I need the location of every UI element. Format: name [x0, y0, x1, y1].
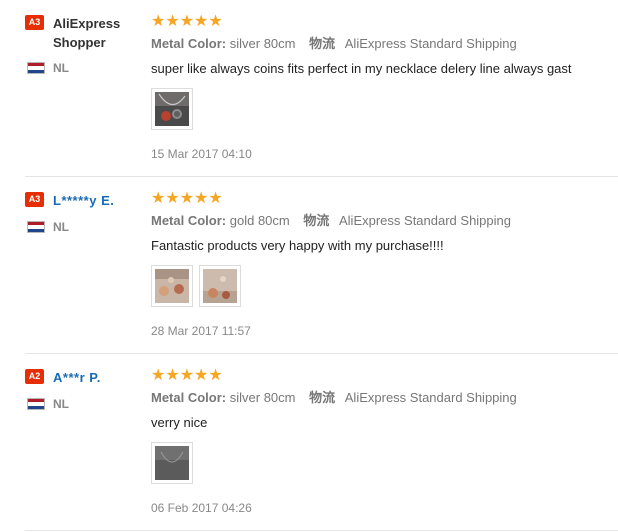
reviewer-info: A3 L*****y E. NL: [25, 177, 140, 235]
shipping-label: 物流: [309, 36, 336, 51]
review-item: A3 AliExpress Shopper NL ★★★★★ Metal Col…: [25, 0, 618, 177]
attribute-label: Metal Color:: [151, 36, 227, 51]
review-content: ★★★★★ Metal Color: gold 80cm 物流 AliExpre…: [151, 189, 618, 339]
review-date: 06 Feb 2017 04:26: [151, 501, 252, 515]
netherlands-flag-icon: [27, 398, 45, 410]
purchase-attributes: Metal Color: silver 80cm 物流 AliExpress S…: [151, 389, 618, 407]
review-photos: [151, 88, 618, 130]
attribute-value: silver 80cm: [229, 36, 296, 51]
review-text: Fantastic products very happy with my pu…: [151, 238, 444, 253]
review-photo-thumbnail[interactable]: [151, 265, 193, 307]
purchase-attributes: Metal Color: gold 80cm 物流 AliExpress Sta…: [151, 212, 618, 230]
photo-image: [155, 446, 189, 480]
star-rating-icons: ★★★★★: [151, 11, 223, 30]
review-photo-thumbnail[interactable]: [151, 442, 193, 484]
reviewer-country: NL: [25, 396, 140, 412]
review-photos: [151, 442, 618, 484]
star-rating: ★★★★★: [151, 366, 618, 384]
shipping-method: AliExpress Standard Shipping: [344, 390, 517, 405]
buyer-level-badge: A2: [25, 369, 44, 384]
reviewer-line: A2 A***r P.: [25, 368, 140, 388]
review-photo-thumbnail[interactable]: [151, 88, 193, 130]
country-code: NL: [53, 61, 69, 75]
review-date: 15 Mar 2017 04:10: [151, 147, 252, 161]
star-rating: ★★★★★: [151, 12, 618, 30]
review-content: ★★★★★ Metal Color: silver 80cm 物流 AliExp…: [151, 366, 618, 516]
reviewer-line: A3 AliExpress Shopper: [25, 14, 140, 52]
purchase-attributes: Metal Color: silver 80cm 物流 AliExpress S…: [151, 35, 618, 53]
country-code: NL: [53, 220, 69, 234]
star-rating-icons: ★★★★★: [151, 365, 223, 384]
reviewer-name[interactable]: A***r P.: [53, 368, 140, 387]
review-item: A3 L*****y E. NL ★★★★★ Metal Color: gold…: [25, 177, 618, 354]
reviewer-info: A2 A***r P. NL: [25, 354, 140, 412]
review-text: super like always coins fits perfect in …: [151, 61, 572, 76]
reviewer-name: AliExpress Shopper: [53, 16, 121, 50]
country-code: NL: [53, 397, 69, 411]
review-photos: [151, 265, 618, 307]
star-rating: ★★★★★: [151, 189, 618, 207]
attribute-value: gold 80cm: [229, 213, 290, 228]
reviewer-country: NL: [25, 60, 140, 76]
review-photo-thumbnail[interactable]: [199, 265, 241, 307]
shipping-method: AliExpress Standard Shipping: [344, 36, 517, 51]
shipping-label: 物流: [303, 213, 330, 228]
shipping-method: AliExpress Standard Shipping: [339, 213, 511, 228]
review-date: 28 Mar 2017 11:57: [151, 324, 251, 338]
feedback-list: A3 AliExpress Shopper NL ★★★★★ Metal Col…: [0, 0, 618, 532]
attribute-value: silver 80cm: [229, 390, 296, 405]
attribute-label: Metal Color:: [151, 390, 227, 405]
netherlands-flag-icon: [27, 62, 45, 74]
buyer-level-badge: A3: [25, 192, 44, 207]
attribute-label: Metal Color:: [151, 213, 227, 228]
reviewer-name[interactable]: L*****y E.: [53, 191, 140, 210]
reviewer-info: A3 AliExpress Shopper NL: [25, 0, 140, 76]
star-rating-icons: ★★★★★: [151, 188, 223, 207]
photo-image: [155, 92, 189, 126]
reviewer-country: NL: [25, 219, 140, 235]
buyer-level-badge: A3: [25, 15, 44, 30]
review-content: ★★★★★ Metal Color: silver 80cm 物流 AliExp…: [151, 12, 618, 162]
review-item: A2 A***r P. NL ★★★★★ Metal Color: silver…: [25, 354, 618, 531]
photo-image: [155, 269, 189, 303]
netherlands-flag-icon: [27, 221, 45, 233]
photo-image: [203, 269, 237, 303]
review-text: verry nice: [151, 415, 208, 430]
shipping-label: 物流: [309, 390, 336, 405]
reviewer-line: A3 L*****y E.: [25, 191, 140, 211]
